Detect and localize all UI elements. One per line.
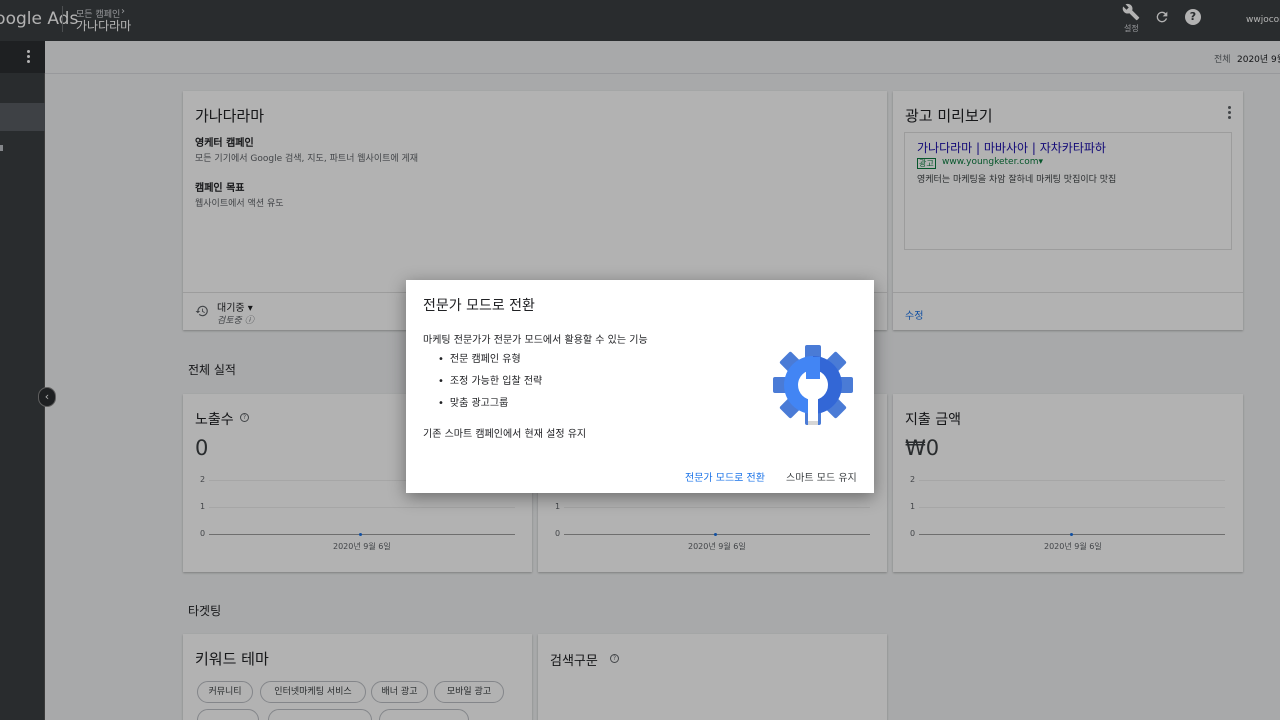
expert-mode-dialog: 전문가 모드로 전환 마케팅 전문가가 전문가 모드에서 활용할 수 있는 기능… [406, 280, 874, 493]
feature-item: 맞춤 광고그룹 [438, 397, 542, 419]
feature-list: 전문 캠페인 유형 조정 가능한 입찰 전략 맞춤 광고그룹 [438, 353, 542, 419]
switch-to-expert-button[interactable]: 전문가 모드로 전환 [685, 469, 765, 484]
keep-smart-mode-button[interactable]: 스마트 모드 유지 [786, 469, 857, 484]
dialog-title: 전문가 모드로 전환 [423, 298, 535, 314]
dialog-note: 기존 스마트 캠페인에서 현재 설정 유지 [423, 429, 587, 440]
dialog-description: 마케팅 전문가가 전문가 모드에서 활용할 수 있는 기능 [423, 335, 648, 346]
feature-item: 전문 캠페인 유형 [438, 353, 542, 375]
feature-item: 조정 가능한 입찰 전략 [438, 375, 542, 397]
gear-wrench-icon [773, 345, 853, 425]
